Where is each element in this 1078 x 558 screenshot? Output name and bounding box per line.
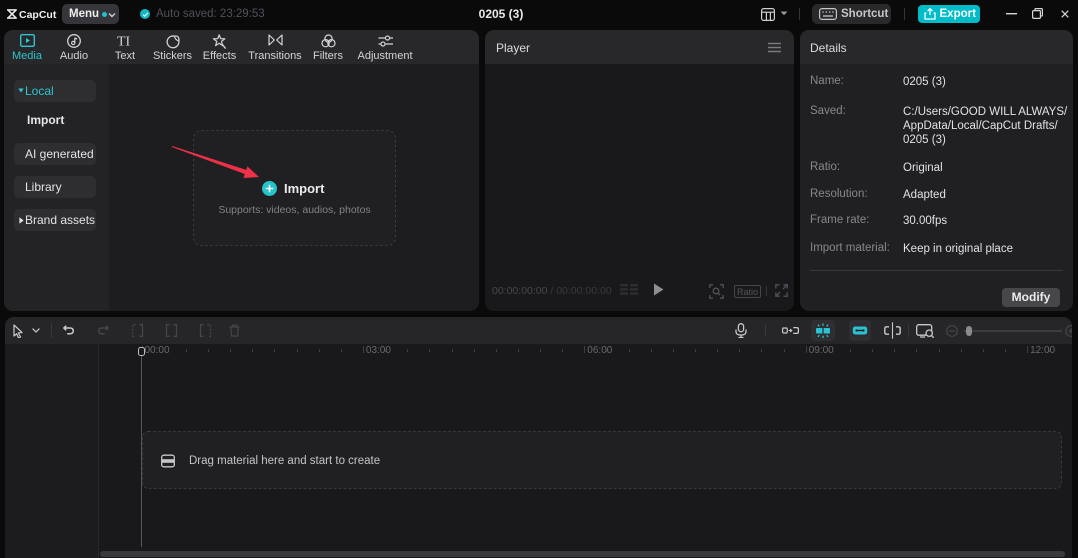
svg-text:TI: TI <box>117 34 131 47</box>
